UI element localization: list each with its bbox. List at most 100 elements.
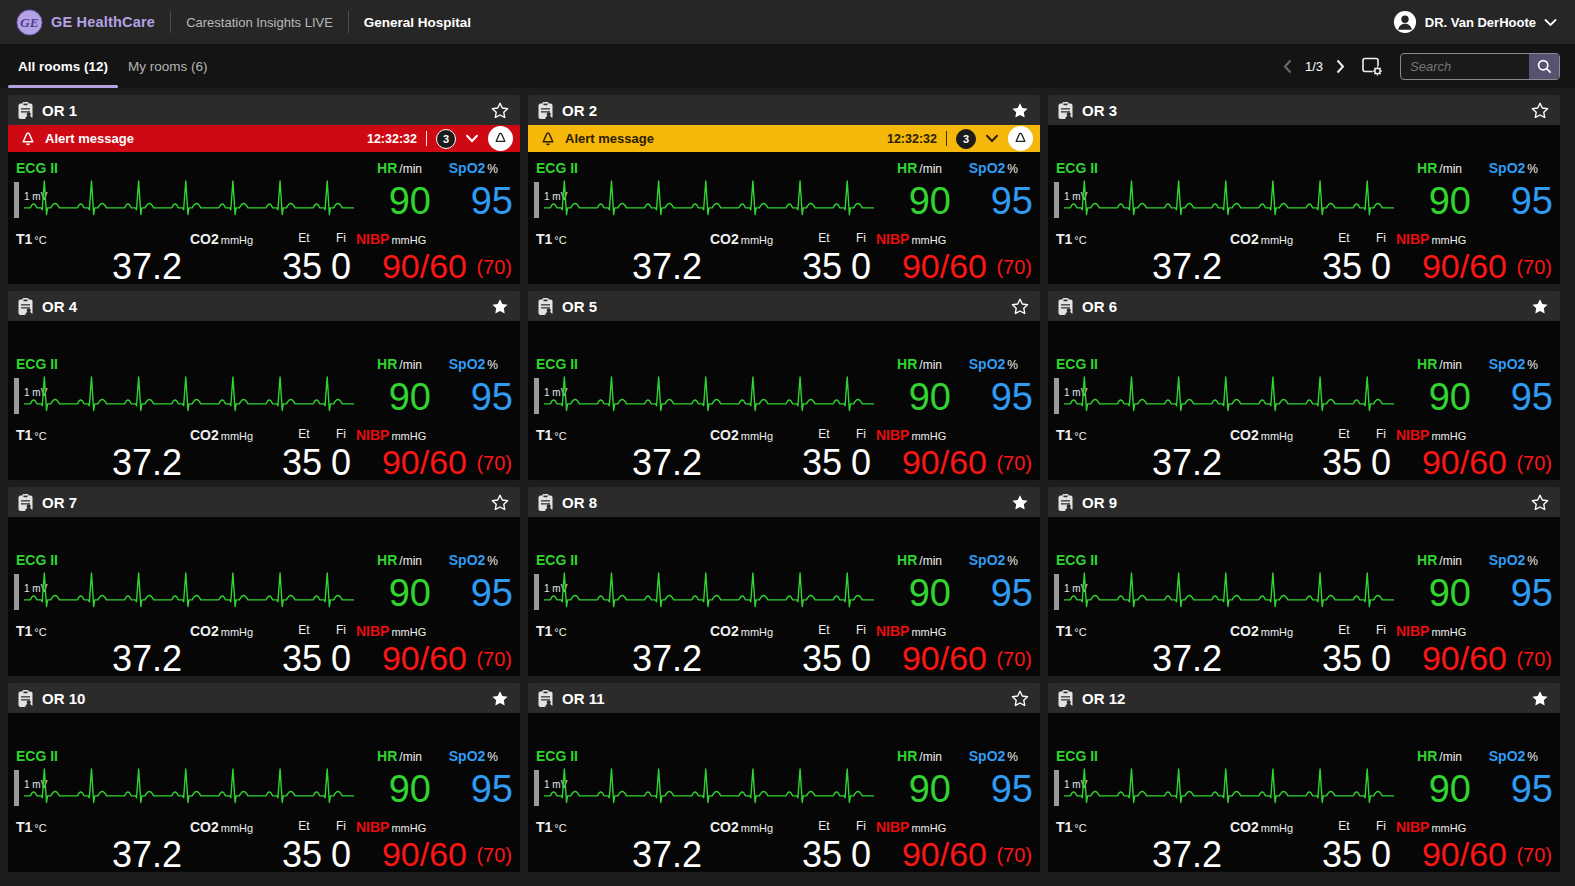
- nibp-metric: NIBPmmHG 90/60 (70): [1396, 623, 1554, 676]
- t1-metric: T1°C 37.2: [536, 231, 706, 284]
- user-menu[interactable]: DR. Van DerHoote: [1393, 10, 1557, 34]
- room-card[interactable]: OR 1 Alert message 12:32:32 3: [8, 95, 520, 284]
- favorite-star-icon[interactable]: [491, 494, 509, 511]
- vitals-panel: ECG II 1 mV HR/min 90 SpO2% 95: [528, 152, 1040, 284]
- room-card[interactable]: OR 11 Alert message 12:32:32 3: [528, 683, 1040, 872]
- tab-my-rooms[interactable]: My rooms (6): [118, 44, 218, 88]
- divider: [946, 131, 947, 146]
- ecg-waveform: [1064, 571, 1394, 621]
- t1-value: 37.2: [16, 444, 186, 480]
- alert-count-badge: 3: [436, 129, 456, 149]
- favorite-star-icon[interactable]: [491, 102, 509, 119]
- layout-settings-icon[interactable]: [1361, 56, 1384, 77]
- co2-metric: CO2mmHg Et Fi 35 0: [1226, 623, 1396, 676]
- nibp-unit: mmHG: [391, 626, 426, 638]
- favorite-star-icon[interactable]: [491, 298, 509, 315]
- favorite-star-icon[interactable]: [1011, 690, 1029, 707]
- co2-et-label: Et: [802, 427, 846, 443]
- room-clipboard-icon: [1057, 101, 1074, 120]
- search-input[interactable]: [1401, 54, 1529, 79]
- spo2-metric: SpO2% 95: [954, 157, 1034, 231]
- co2-fi-label: Fi: [1366, 623, 1396, 639]
- page-next-icon[interactable]: [1336, 59, 1345, 74]
- vitals-panel: ECG II 1 mV HR/min 90 SpO2% 95: [8, 740, 520, 872]
- co2-metric: CO2mmHg Et Fi 35 0: [186, 819, 356, 872]
- vitals-panel: ECG II 1 mV HR/min 90 SpO2% 95: [1048, 544, 1560, 676]
- alert-bell-button[interactable]: [1008, 126, 1033, 151]
- ecg-lead-label: ECG II: [16, 353, 356, 372]
- nibp-mean-value: (70): [1516, 445, 1552, 480]
- spo2-metric: SpO2% 95: [1474, 353, 1554, 427]
- co2-fi-label: Fi: [326, 819, 356, 835]
- co2-metric: CO2mmHg Et Fi 35 0: [1226, 819, 1396, 872]
- room-card[interactable]: OR 7 Alert message 12:32:32 3: [8, 487, 520, 676]
- alert-chevron-down-icon[interactable]: [985, 134, 999, 143]
- alert-message: Alert message: [45, 131, 134, 146]
- hr-label: HR: [377, 160, 397, 176]
- room-card[interactable]: OR 10 Alert message 12:32:32 3: [8, 683, 520, 872]
- hr-value: 90: [876, 573, 954, 613]
- co2-fi-label: Fi: [1366, 231, 1396, 247]
- room-card[interactable]: OR 5 Alert message 12:32:32 3: [528, 291, 1040, 480]
- room-card[interactable]: OR 4 Alert message 12:32:32 3: [8, 291, 520, 480]
- favorite-star-icon[interactable]: [1011, 298, 1029, 315]
- nibp-value: 90/60: [1422, 639, 1507, 676]
- hr-metric: HR/min 90: [356, 157, 434, 231]
- search-button[interactable]: [1529, 54, 1559, 79]
- spo2-label: SpO2: [1489, 356, 1526, 372]
- co2-fi-value: 0: [846, 248, 876, 284]
- room-card[interactable]: OR 2 Alert message 12:32:32 3: [528, 95, 1040, 284]
- co2-et-label: Et: [282, 427, 326, 443]
- favorite-star-icon[interactable]: [1531, 690, 1549, 707]
- co2-et-value: 35: [266, 444, 322, 480]
- hr-unit: /min: [399, 554, 422, 568]
- room-card[interactable]: OR 6 Alert message 12:32:32 3: [1048, 291, 1560, 480]
- favorite-star-icon[interactable]: [1531, 298, 1549, 315]
- room-card[interactable]: OR 9 Alert message 12:32:32 3: [1048, 487, 1560, 676]
- room-card-header: OR 4: [8, 291, 520, 321]
- nibp-metric: NIBPmmHG 90/60 (70): [876, 231, 1034, 284]
- page-prev-icon[interactable]: [1283, 59, 1292, 74]
- hr-unit: /min: [1439, 554, 1462, 568]
- co2-metric: CO2mmHg Et Fi 35 0: [1226, 231, 1396, 284]
- room-card[interactable]: OR 3 Alert message 12:32:32 3: [1048, 95, 1560, 284]
- svg-text:GE: GE: [20, 15, 39, 30]
- alert-bell-button[interactable]: [488, 126, 513, 151]
- co2-et-label: Et: [282, 623, 326, 639]
- ecg-section: ECG II 1 mV: [536, 157, 876, 231]
- co2-fi-value: 0: [846, 836, 876, 872]
- hr-unit: /min: [399, 750, 422, 764]
- favorite-star-icon[interactable]: [1531, 102, 1549, 119]
- nibp-mean-value: (70): [476, 641, 512, 676]
- nibp-metric: NIBPmmHG 90/60 (70): [876, 623, 1034, 676]
- tab-all-rooms[interactable]: All rooms (12): [8, 44, 118, 88]
- favorite-star-icon[interactable]: [1531, 494, 1549, 511]
- ecg-lead-label: ECG II: [536, 549, 876, 568]
- alert-chevron-down-icon[interactable]: [465, 134, 479, 143]
- favorite-star-icon[interactable]: [1011, 102, 1029, 119]
- nibp-unit: mmHG: [391, 822, 426, 834]
- favorite-star-icon[interactable]: [491, 690, 509, 707]
- room-card[interactable]: OR 12 Alert message 12:32:32 3: [1048, 683, 1560, 872]
- ecg-scale-bar: [534, 378, 539, 414]
- co2-label: CO2: [710, 427, 739, 443]
- t1-label: T1: [1056, 819, 1072, 835]
- alert-bar[interactable]: Alert message 12:32:32 3: [528, 125, 1040, 152]
- co2-et-label: Et: [1322, 819, 1366, 835]
- spo2-value: 95: [954, 377, 1034, 417]
- vitals-panel: ECG II 1 mV HR/min 90 SpO2% 95: [1048, 740, 1560, 872]
- alert-bar[interactable]: Alert message 12:32:32 3: [8, 125, 520, 152]
- favorite-star-icon[interactable]: [1011, 494, 1029, 511]
- spo2-label: SpO2: [1489, 748, 1526, 764]
- hr-metric: HR/min 90: [356, 549, 434, 623]
- room-clipboard-icon: [1057, 689, 1074, 708]
- co2-metric: CO2mmHg Et Fi 35 0: [706, 623, 876, 676]
- co2-fi-label: Fi: [326, 623, 356, 639]
- t1-unit: °C: [1074, 234, 1086, 246]
- room-card[interactable]: OR 8 Alert message 12:32:32 3: [528, 487, 1040, 676]
- ecg-section: ECG II 1 mV: [536, 549, 876, 623]
- co2-et-value: 35: [266, 640, 322, 676]
- co2-unit: mmHg: [221, 822, 253, 834]
- spo2-value: 95: [954, 181, 1034, 221]
- spo2-label: SpO2: [969, 552, 1006, 568]
